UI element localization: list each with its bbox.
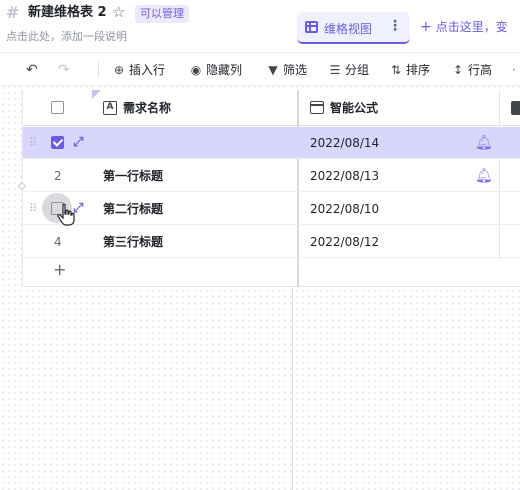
hash-icon: #	[6, 3, 20, 22]
column-header-next[interactable]	[511, 90, 520, 125]
table-row[interactable]: 4 第三行标题 2022/08/12	[23, 226, 520, 258]
row-height-button[interactable]: ↕ 行高	[451, 60, 492, 80]
checkbox-icon	[51, 101, 64, 114]
reminder-button[interactable]: 🔔︎	[475, 160, 493, 191]
add-row-button[interactable]: +	[53, 262, 66, 278]
more-tools-icon[interactable]: ·	[512, 60, 516, 80]
hand-cursor-icon	[57, 203, 75, 226]
insert-row-button[interactable]: ⊕ 插入行	[112, 60, 165, 80]
permission-badge[interactable]: 可以管理	[135, 5, 189, 23]
bell-icon: 🔔︎	[475, 134, 493, 151]
corner-marker	[92, 90, 101, 99]
redo-icon[interactable]: ↷	[58, 60, 70, 80]
date-cell[interactable]: 2022/08/10	[310, 193, 379, 224]
title-cell[interactable]: 第二行标题	[103, 193, 163, 224]
drag-handle[interactable]: ⠿	[29, 127, 37, 158]
tab-grid-view[interactable]: 维格视图 ⋮	[297, 12, 410, 44]
row-height-label: 行高	[468, 63, 493, 77]
hide-columns-label: 隐藏列	[206, 63, 243, 77]
date-cell-text: 2022/08/13	[310, 168, 380, 183]
toolbar: ↶ ↷ ⊕ 插入行 ◉ 隐藏列 ▼ 筛选 ☰ 分组 ⇅ 排序 ↕ 行高 ·	[0, 52, 520, 86]
checked-icon	[51, 136, 64, 149]
table-row[interactable]: ⠿ ⤢ 第二行标题 2022/08/10	[23, 193, 520, 225]
hide-columns-button[interactable]: ◉ 隐藏列	[189, 60, 242, 80]
insert-row-label: 插入行	[129, 63, 166, 77]
sheet-description[interactable]: 点击此处，添加一段说明	[6, 28, 127, 44]
expand-icon: ⤢	[73, 135, 84, 150]
star-icon[interactable]: ☆	[112, 4, 125, 20]
column-header-formula-label: 智能公式	[330, 101, 379, 115]
sort-button[interactable]: ⇅ 排序	[389, 60, 430, 80]
table-row[interactable]: 2 第一行标题 2022/08/13 🔔︎	[23, 160, 520, 192]
drag-icon: ⠿	[29, 202, 37, 215]
filter-label: 筛选	[283, 63, 308, 77]
filter-button[interactable]: ▼ 筛选	[266, 60, 307, 80]
column-header-formula[interactable]: 智能公式	[310, 90, 378, 125]
table-row[interactable]: ⠿ ⤢ 2022/08/14 🔔︎	[23, 127, 520, 159]
select-all-checkbox[interactable]	[51, 90, 64, 125]
plus-circle-icon: ⊕	[113, 63, 125, 77]
title-cell-text: 第一行标题	[103, 169, 164, 183]
drag-icon: ⠿	[29, 136, 37, 149]
date-cell[interactable]: 2022/08/13	[310, 160, 379, 191]
row-number: 2	[54, 160, 62, 191]
plus-icon: +	[420, 19, 432, 35]
table-header-row: A 需求名称 智能公式	[23, 90, 520, 126]
column-header-title-label: 需求名称	[123, 101, 172, 115]
row-height-icon: ↕	[452, 63, 464, 77]
filter-icon: ▼	[268, 63, 278, 77]
title-cell-text: 第二行标题	[103, 202, 164, 216]
more-options-icon[interactable]: ⋮	[387, 18, 403, 34]
eye-icon: ◉	[190, 63, 202, 77]
date-cell-text: 2022/08/12	[310, 234, 380, 249]
title-cell[interactable]: 第三行标题	[103, 226, 163, 257]
sort-icon: ⇅	[390, 63, 402, 77]
frozen-divider-line	[292, 287, 293, 490]
date-cell[interactable]: 2022/08/12	[310, 226, 379, 257]
drag-handle[interactable]: ⠿	[29, 193, 37, 224]
row-number-text: 2	[54, 168, 62, 183]
checkbox-field-icon	[511, 100, 520, 115]
add-view-label: 点击这里，变	[435, 20, 508, 34]
group-icon: ☰	[329, 63, 341, 77]
group-button[interactable]: ☰ 分组	[328, 60, 369, 80]
title-cell-text: 第三行标题	[103, 235, 164, 249]
undo-icon[interactable]: ↶	[26, 60, 38, 80]
toolbar-divider	[98, 62, 99, 78]
bell-icon: 🔔︎	[475, 167, 493, 184]
add-view-button[interactable]: + 点击这里，变	[420, 18, 508, 35]
row-number: 4	[54, 226, 62, 257]
column-header-title[interactable]: A 需求名称	[103, 90, 171, 125]
data-grid: A 需求名称 智能公式 ⠿ ⤢ 2022/08/14 🔔︎ 2 第一行标题 20…	[22, 90, 520, 287]
reminder-button[interactable]: 🔔︎	[475, 127, 493, 158]
text-field-icon: A	[103, 100, 117, 115]
page-header: # 新建维格表 2 ☆ 可以管理 点击此处，添加一段说明 维格视图 ⋮ + 点击这…	[0, 0, 520, 52]
row-number-text: 4	[54, 234, 62, 249]
date-cell-text: 2022/08/10	[310, 201, 380, 216]
tab-grid-view-label: 维格视图	[324, 22, 373, 36]
date-cell[interactable]: 2022/08/14	[310, 127, 379, 158]
sort-label: 排序	[406, 63, 431, 77]
grid-view-icon	[305, 21, 318, 33]
title-cell[interactable]: 第一行标题	[103, 160, 163, 191]
row-checkbox[interactable]	[51, 127, 64, 158]
calendar-icon	[310, 101, 324, 114]
expand-record-button[interactable]: ⤢	[73, 127, 83, 158]
date-cell-text: 2022/08/14	[310, 135, 380, 150]
sheet-title[interactable]: 新建维格表 2	[28, 5, 107, 21]
group-label: 分组	[345, 63, 370, 77]
